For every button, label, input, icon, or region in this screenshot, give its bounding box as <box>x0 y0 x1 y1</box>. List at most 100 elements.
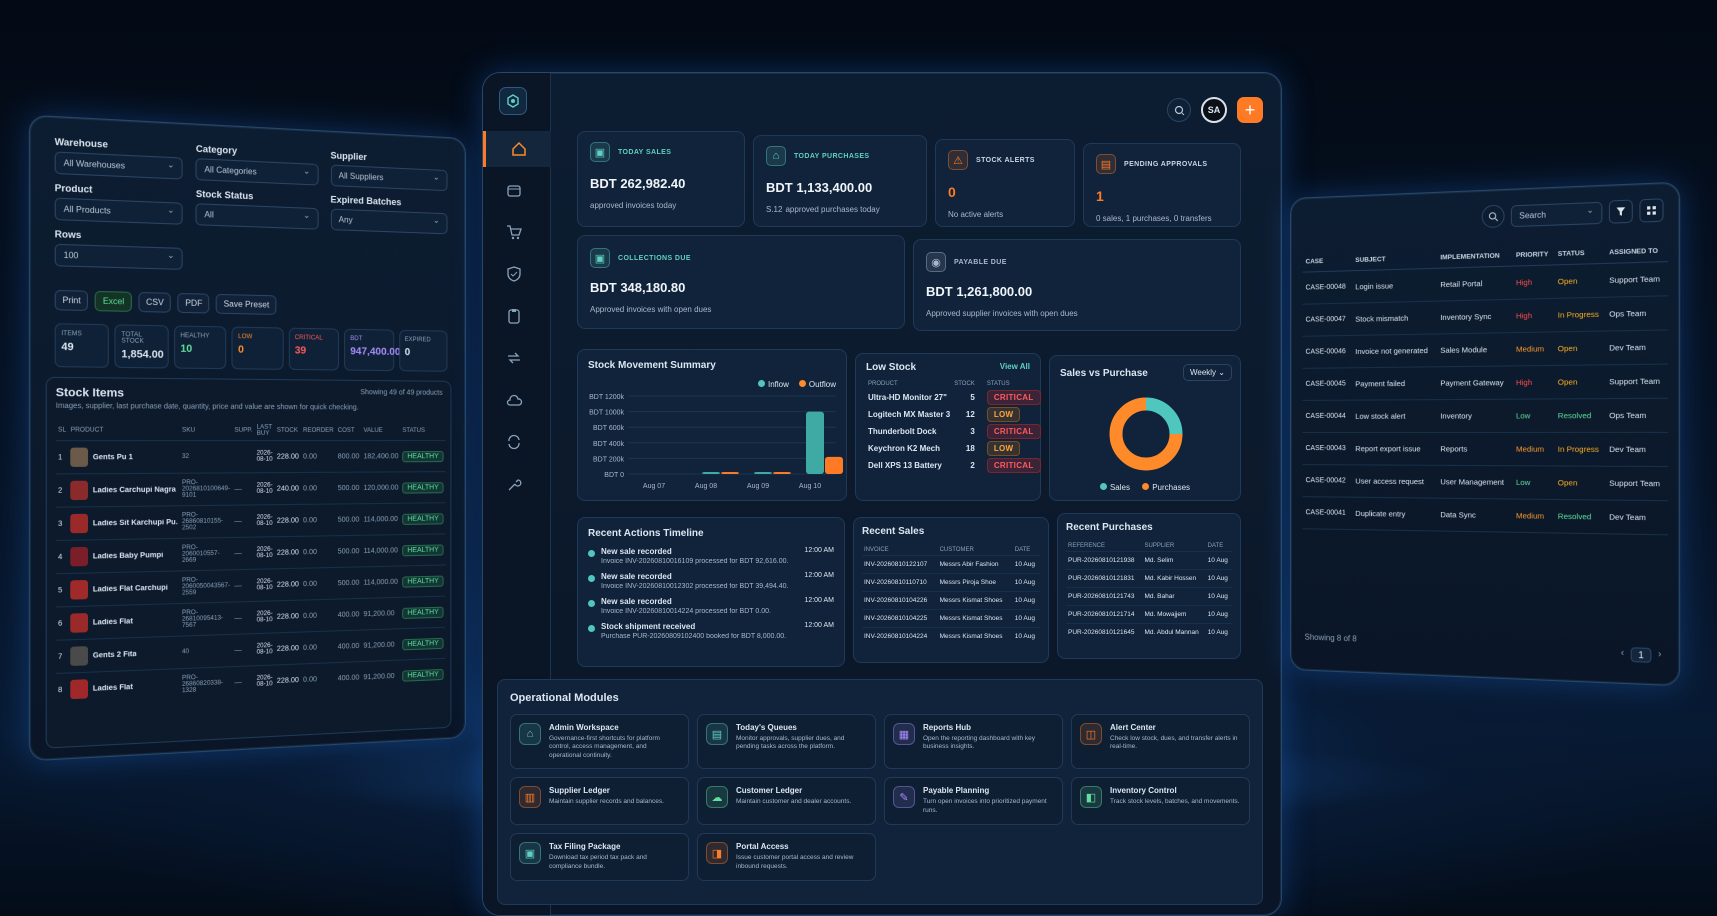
column-header[interactable]: ASSIGNED TO <box>1606 241 1668 264</box>
kpi-card[interactable]: ◉ PAYABLE DUE BDT 1,261,800.00 Approved sup… <box>913 239 1241 331</box>
supplier-select[interactable]: All Suppliers <box>331 165 448 192</box>
module-card[interactable]: ▥ Supplier Ledger Maintain supplier record… <box>510 777 689 825</box>
search-icon[interactable] <box>1482 205 1505 229</box>
filter-icon[interactable] <box>1609 200 1633 224</box>
column-header[interactable]: PRODUCT <box>68 421 179 441</box>
table-row[interactable]: INV-20260810104226 Messrs Kismat Shoes 10 … <box>862 592 1040 610</box>
page-number[interactable]: 1 <box>1631 647 1652 663</box>
rows-select[interactable]: 100 <box>55 244 183 270</box>
outflow-bar[interactable] <box>721 472 739 474</box>
column-header[interactable]: STATUS <box>400 422 445 441</box>
table-row[interactable]: CASE-00041 Duplicate entry Data Sync Medium… <box>1303 497 1668 535</box>
column-header[interactable]: STOCK <box>275 421 301 440</box>
kpi-card[interactable]: ▤ PENDING APPROVALS 1 0 sales, 1 purchases,… <box>1083 143 1241 227</box>
outflow-bar[interactable] <box>773 472 791 474</box>
shield-icon[interactable] <box>505 265 523 283</box>
column-header[interactable]: SUBJECT <box>1352 248 1437 270</box>
csv-button[interactable]: CSV <box>138 292 171 313</box>
wrench-icon[interactable] <box>505 475 523 493</box>
product-select[interactable]: All Products <box>55 198 183 225</box>
inflow-bar[interactable] <box>806 412 824 474</box>
excel-button[interactable]: Excel <box>95 291 132 312</box>
column-header[interactable]: SUPP. <box>232 421 254 440</box>
module-card[interactable]: ◫ Alert Center Check low stock, dues, and … <box>1071 714 1250 769</box>
kpi-card[interactable]: ▣ TODAY SALES BDT 262,982.40 approved invoi… <box>577 131 745 227</box>
transfer-icon[interactable] <box>505 349 523 367</box>
table-row[interactable]: INV-20260810104225 Messrs Kismat Shoes 10 … <box>862 610 1040 628</box>
kpi-card[interactable]: ▣ COLLECTIONS DUE BDT 348,180.80 Approved i… <box>577 235 905 329</box>
table-row[interactable]: CASE-00042 User access request User Manage… <box>1303 465 1668 501</box>
table-row[interactable]: INV-20260810110710 Messrs Piroja Shoe 10 A… <box>862 574 1040 592</box>
module-card[interactable]: ▣ Tax Filing Package Download tax period t… <box>510 833 689 881</box>
home-icon[interactable] <box>483 131 551 167</box>
column-header[interactable]: SKU <box>180 421 232 440</box>
cell-cost: 500.00 <box>336 535 362 567</box>
table-row[interactable]: Keychron K2 Mech 18 LOW <box>866 440 1041 457</box>
cases-search-input[interactable]: Search <box>1511 201 1603 226</box>
view-all-link[interactable]: View All <box>1000 362 1030 373</box>
column-header[interactable]: VALUE <box>361 422 400 441</box>
timeline-item[interactable]: New sale recorded Invoice INV-20260810014… <box>588 597 834 615</box>
add-button[interactable]: + <box>1237 97 1263 123</box>
sales-slice[interactable] <box>1146 404 1176 434</box>
kpi-card[interactable]: ⌂ TODAY PURCHASES BDT 1,133,400.00 S.12 appr… <box>753 135 927 227</box>
module-card[interactable]: ✎ Payable Planning Turn open invoices into… <box>884 777 1063 825</box>
clipboard-icon[interactable] <box>505 307 523 325</box>
kpi-card[interactable]: ⚠ STOCK ALERTS 0 No active alerts <box>935 139 1075 227</box>
grid-icon[interactable] <box>1639 198 1663 222</box>
column-header[interactable]: CASE <box>1303 251 1353 272</box>
module-card[interactable]: ◧ Inventory Control Track stock levels, ba… <box>1071 777 1250 825</box>
cart-icon[interactable] <box>505 223 523 241</box>
table-row[interactable]: PUR-20260810121743 Md. Bahar 10 Aug <box>1066 588 1232 606</box>
table-row[interactable]: Logitech MX Master 3 12 LOW <box>866 406 1041 423</box>
avatar[interactable]: SA <box>1201 97 1227 123</box>
table-row[interactable]: PUR-20260810121714 Md. Mowajjem 10 Aug <box>1066 606 1232 624</box>
module-card[interactable]: ◨ Portal Access Issue customer portal acce… <box>697 833 876 881</box>
warehouse-select[interactable]: All Warehouses <box>55 151 183 179</box>
timeline-item[interactable]: New sale recorded Invoice INV-20260810012… <box>588 572 834 590</box>
table-row[interactable]: PUR-20260810121938 Md. Selim 10 Aug <box>1066 552 1232 570</box>
search-icon[interactable] <box>1167 98 1191 122</box>
column-header[interactable]: COST <box>336 422 362 441</box>
next-page-icon[interactable]: › <box>1658 648 1661 663</box>
inflow-bar[interactable] <box>702 472 720 474</box>
column-header[interactable]: PRIORITY <box>1513 244 1555 266</box>
sync-icon[interactable] <box>505 433 523 451</box>
module-card[interactable]: ▤ Today's Queues Monitor approvals, suppli… <box>697 714 876 769</box>
outflow-bar[interactable] <box>825 457 843 474</box>
column-header[interactable]: STATUS <box>1555 243 1606 265</box>
table-row[interactable]: 2 Ladies Carchupi Nagra PRO-2026810100649-… <box>56 472 446 508</box>
table-row[interactable]: Dell XPS 13 Battery 2 CRITICAL <box>866 457 1041 474</box>
print-button[interactable]: Print <box>55 290 89 311</box>
stock-status-select[interactable]: All <box>196 203 318 229</box>
store-icon[interactable] <box>505 181 523 199</box>
table-row[interactable]: CASE-00046 Invoice not generated Sales Mod… <box>1303 330 1668 368</box>
column-header[interactable]: SL <box>56 421 69 441</box>
cloud-icon[interactable] <box>505 391 523 409</box>
module-card[interactable]: ☁ Customer Ledger Maintain customer and de… <box>697 777 876 825</box>
timeline-item[interactable]: New sale recorded Invoice INV-20260810016… <box>588 547 834 565</box>
save-preset-button[interactable]: Save Preset <box>216 294 276 315</box>
table-row[interactable]: CASE-00044 Low stock alert Inventory Low Res… <box>1303 398 1668 432</box>
inflow-bar[interactable] <box>754 472 772 474</box>
table-row[interactable]: CASE-00045 Payment failed Payment Gateway H… <box>1303 364 1668 400</box>
table-row[interactable]: Ultra-HD Monitor 27" 5 CRITICAL <box>866 389 1041 406</box>
column-header[interactable]: IMPLEMENTATION <box>1437 246 1513 268</box>
table-row[interactable]: PUR-20260810121645 Md. Abdul Mannan 10 Aug <box>1066 624 1232 642</box>
prev-page-icon[interactable]: ‹ <box>1621 647 1624 662</box>
expired-select[interactable]: Any <box>331 209 448 235</box>
table-row[interactable]: CASE-00043 Report export issue Reports Medi… <box>1303 432 1668 466</box>
category-select[interactable]: All Categories <box>196 158 318 185</box>
stat-card: TOTAL STOCK 1,854.00 <box>115 324 169 368</box>
table-row[interactable]: PUR-20260810121831 Md. Kabir Hossen 10 Aug <box>1066 570 1232 588</box>
table-row[interactable]: INV-20260810104224 Messrs Kismat Shoes 10 … <box>862 628 1040 646</box>
table-row[interactable]: INV-20260810122107 Messrs Abir Fashion 10 … <box>862 556 1040 574</box>
table-row[interactable]: Thunderbolt Dock 3 CRITICAL <box>866 423 1041 440</box>
timeline-item[interactable]: Stock shipment received Purchase PUR-2026… <box>588 622 834 640</box>
pdf-button[interactable]: PDF <box>178 293 210 314</box>
column-header[interactable]: REORDER <box>301 422 336 441</box>
module-card[interactable]: ▦ Reports Hub Open the reporting dashboard… <box>884 714 1063 769</box>
module-card[interactable]: ⌂ Admin Workspace Governance-first shortcu… <box>510 714 689 769</box>
column-header[interactable]: LAST BUY <box>255 421 275 440</box>
table-row[interactable]: 1 Gents Pu 1 32 2026-08-10 228.00 0.00 800.00 1… <box>56 441 446 474</box>
